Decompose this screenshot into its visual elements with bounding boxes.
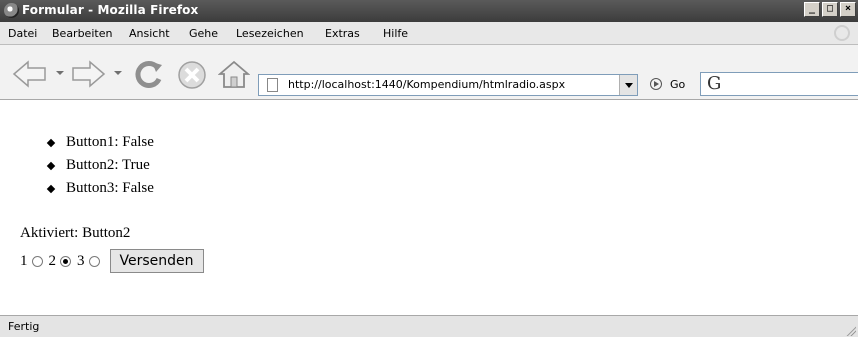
go-button[interactable]: Go xyxy=(670,78,685,91)
go-icon[interactable] xyxy=(650,78,662,90)
throbber-icon xyxy=(834,25,850,41)
status-text: Fertig xyxy=(8,320,40,333)
window-controls: _ □ × xyxy=(802,2,856,17)
menu-gehe[interactable]: Gehe xyxy=(189,27,218,40)
list-item: Button1: False xyxy=(48,133,154,156)
browser-window: Formular - Mozilla Firefox _ □ × Datei B… xyxy=(0,0,858,337)
activated-label: Aktiviert: Button2 xyxy=(20,225,131,241)
minimize-button[interactable]: _ xyxy=(804,2,820,17)
forward-dropdown-icon[interactable] xyxy=(114,71,122,75)
address-input[interactable]: http://localhost:1440/Kompendium/htmlrad… xyxy=(288,78,565,91)
maximize-button[interactable]: □ xyxy=(822,2,838,17)
radio-label-2: 2 xyxy=(48,252,57,269)
stop-icon[interactable] xyxy=(176,59,208,91)
list-item: Button2: True xyxy=(48,156,154,179)
menu-lesezeichen[interactable]: Lesezeichen xyxy=(236,27,304,40)
radio-group: 1 2 3 Versenden xyxy=(20,248,204,274)
home-icon[interactable] xyxy=(218,59,250,91)
navigation-toolbar: http://localhost:1440/Kompendium/htmlrad… xyxy=(0,45,858,100)
page-content: Button1: False Button2: True Button3: Fa… xyxy=(0,100,858,315)
menu-datei[interactable]: Datei xyxy=(8,27,37,40)
search-box[interactable]: G xyxy=(700,72,858,96)
forward-icon[interactable] xyxy=(70,59,106,89)
status-bar: Fertig xyxy=(0,315,858,337)
menu-ansicht[interactable]: Ansicht xyxy=(129,27,170,40)
radio-button-3[interactable] xyxy=(88,255,100,267)
page-icon xyxy=(267,78,278,92)
firefox-icon xyxy=(4,3,19,18)
window-title: Formular - Mozilla Firefox xyxy=(22,3,199,17)
address-dropdown-button[interactable] xyxy=(619,75,637,95)
menu-hilfe[interactable]: Hilfe xyxy=(383,27,408,40)
google-icon: G xyxy=(707,73,722,94)
radio-label-3: 3 xyxy=(77,252,85,269)
reload-icon[interactable] xyxy=(132,59,166,91)
resize-grip-icon[interactable] xyxy=(844,324,856,336)
close-button[interactable]: × xyxy=(840,2,856,17)
radio-button-2[interactable] xyxy=(60,255,71,267)
menu-bar: Datei Bearbeiten Ansicht Gehe Lesezeiche… xyxy=(0,22,858,45)
back-dropdown-icon[interactable] xyxy=(56,71,64,75)
button-status-list: Button1: False Button2: True Button3: Fa… xyxy=(48,133,154,202)
radio-button-1[interactable] xyxy=(31,255,43,267)
radio-label-1: 1 xyxy=(20,252,28,269)
list-item: Button3: False xyxy=(48,179,154,202)
menu-bearbeiten[interactable]: Bearbeiten xyxy=(52,27,112,40)
title-bar: Formular - Mozilla Firefox _ □ × xyxy=(0,0,858,22)
menu-extras[interactable]: Extras xyxy=(325,27,360,40)
submit-button[interactable]: Versenden xyxy=(109,249,204,273)
back-icon[interactable] xyxy=(12,59,48,89)
address-bar[interactable]: http://localhost:1440/Kompendium/htmlrad… xyxy=(258,74,638,96)
